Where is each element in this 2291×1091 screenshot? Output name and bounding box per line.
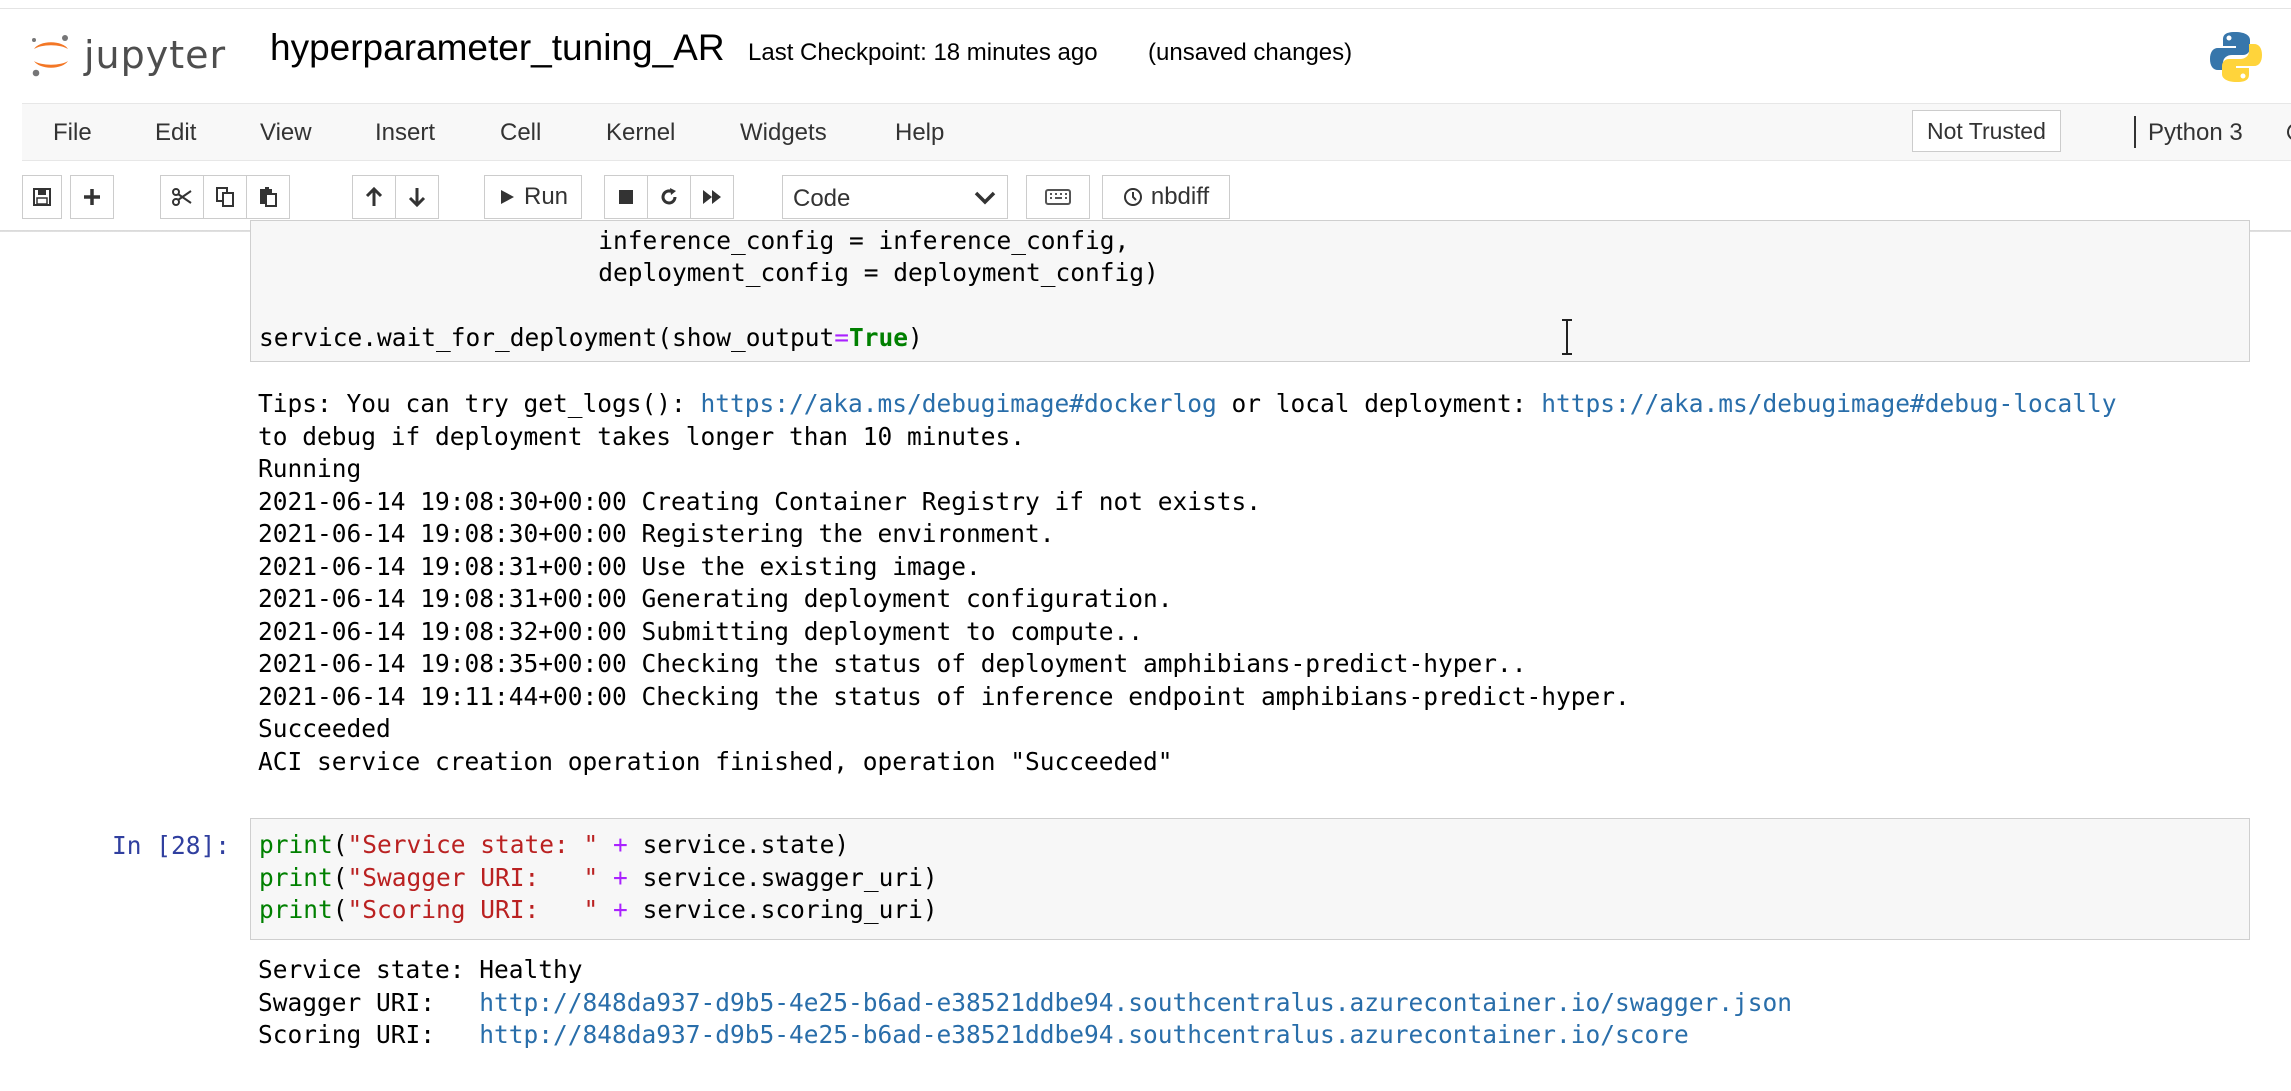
cell-type-value: Code	[793, 185, 851, 212]
output-line-tips: Tips: You can try get_logs(): https://ak…	[258, 389, 2117, 418]
scoring-uri-link[interactable]: http://848da937-d9b5-4e25-b6ad-e38521ddb…	[479, 1020, 1689, 1049]
plus-icon	[84, 189, 100, 205]
output-line: 2021-06-14 19:08:30+00:00 Creating Conta…	[258, 486, 1262, 516]
swagger-uri-link[interactable]: http://848da937-d9b5-4e25-b6ad-e38521ddb…	[479, 988, 1792, 1017]
nbdiff-button[interactable]: nbdiff	[1102, 175, 1230, 219]
output-line: 2021-06-14 19:08:35+00:00 Checking the s…	[258, 649, 1527, 678]
code-line: service.wait_for_deployment(show_output=…	[259, 323, 923, 352]
stop-icon	[619, 190, 633, 204]
dockerlog-link[interactable]: https://aka.ms/debugimage#dockerlog	[701, 389, 1217, 418]
cell-1-code-editor[interactable]: inference_config = inference_config, dep…	[250, 220, 2250, 362]
notebook-container: inference_config = inference_config, dep…	[0, 220, 2291, 1091]
arrow-up-icon	[365, 186, 383, 206]
menubar: File Edit View Insert Cell Kernel Widget…	[22, 103, 2291, 161]
cell-2-code-editor[interactable]: print("Service state: " + service.state)…	[250, 818, 2250, 940]
move-cell-down-button[interactable]	[395, 175, 439, 219]
cell-type-select[interactable]: Code	[782, 175, 1008, 219]
insert-cell-below-button[interactable]	[70, 175, 114, 219]
debug-locally-link[interactable]: https://aka.ms/debugimage#debug-locally	[1541, 389, 2116, 418]
autosave-status: (unsaved changes)	[1148, 39, 1353, 66]
output-line: Succeeded	[258, 714, 391, 743]
notebook-header: jupyter hyperparameter_tuning_AR Last Ch…	[0, 9, 2291, 99]
jupyter-logo-text: jupyter	[84, 33, 227, 77]
code-line: print("Swagger URI: " + service.swagger_…	[259, 862, 938, 892]
restart-kernel-button[interactable]	[647, 175, 691, 219]
menu-cell[interactable]: Cell	[500, 119, 541, 147]
menu-insert[interactable]: Insert	[375, 119, 435, 147]
menu-help[interactable]: Help	[895, 119, 944, 147]
nbdiff-label: nbdiff	[1150, 183, 1210, 210]
output-line: 2021-06-14 19:08:31+00:00 Use the existi…	[258, 551, 981, 581]
toolbar: Run Code nbdiff	[22, 170, 2291, 226]
output-line: 2021-06-14 19:08:30+00:00 Registering th…	[258, 519, 1055, 548]
menu-edit[interactable]: Edit	[155, 119, 196, 147]
notebook-title[interactable]: hyperparameter_tuning_AR	[270, 27, 725, 69]
output-service-state: Service state: Healthy	[258, 955, 583, 984]
code-line: inference_config = inference_config,	[259, 226, 1130, 255]
cut-button[interactable]	[160, 175, 204, 219]
output-line: to debug if deployment takes longer than…	[258, 421, 1026, 451]
command-palette-button[interactable]	[1026, 175, 1090, 219]
paste-icon	[260, 187, 277, 207]
code-line: print("Scoring URI: " + service.scoring_…	[259, 895, 938, 924]
kernel-separator	[2134, 116, 2136, 148]
output-line: 2021-06-14 19:08:32+00:00 Submitting dep…	[258, 616, 1144, 646]
not-trusted-button[interactable]: Not Trusted	[1912, 110, 2061, 152]
restart-icon	[661, 188, 677, 205]
scissors-icon	[172, 188, 192, 206]
code-line: print("Service state: " + service.state)	[259, 830, 850, 859]
output-line: ACI service creation operation finished,…	[258, 746, 1173, 776]
code-line: deployment_config = deployment_config)	[259, 258, 1159, 287]
checkpoint-status: Last Checkpoint: 18 minutes ago	[748, 39, 1098, 66]
history-icon	[1123, 188, 1142, 206]
jupyter-logo-icon	[32, 35, 68, 77]
kernel-idle-indicator-icon	[2287, 123, 2291, 141]
move-cell-up-button[interactable]	[352, 175, 396, 219]
run-label: Run	[523, 183, 569, 210]
menu-kernel[interactable]: Kernel	[606, 119, 675, 147]
copy-button[interactable]	[203, 175, 247, 219]
jupyter-logo[interactable]: jupyter	[28, 25, 226, 85]
menu-file[interactable]: File	[53, 119, 92, 147]
window-top-border	[0, 0, 2291, 9]
copy-icon	[216, 187, 234, 207]
menu-view[interactable]: View	[260, 119, 312, 147]
output-line: 2021-06-14 19:11:44+00:00 Checking the s…	[258, 681, 1630, 711]
save-button[interactable]	[22, 175, 62, 219]
output-line: Running	[258, 454, 362, 483]
menu-widgets[interactable]: Widgets	[740, 119, 827, 147]
text-cursor-icon	[1562, 319, 1572, 355]
run-button[interactable]: Run	[484, 175, 582, 219]
arrow-down-icon	[408, 188, 426, 208]
output-swagger-line: Swagger URI: http://848da937-d9b5-4e25-b…	[258, 987, 1793, 1017]
interrupt-kernel-button[interactable]	[604, 175, 648, 219]
fast-forward-icon	[703, 190, 721, 204]
chevron-down-icon	[974, 191, 996, 205]
output-line: 2021-06-14 19:08:31+00:00 Generating dep…	[258, 584, 1173, 613]
play-icon	[500, 190, 514, 204]
keyboard-icon	[1045, 189, 1071, 205]
python-logo-icon	[2210, 32, 2262, 82]
paste-button[interactable]	[246, 175, 290, 219]
cell-2-input-prompt: In [28]:	[112, 831, 231, 860]
restart-run-all-button[interactable]	[690, 175, 734, 219]
save-icon	[33, 188, 51, 206]
output-scoring-line: Scoring URI: http://848da937-d9b5-4e25-b…	[258, 1020, 1689, 1049]
kernel-name[interactable]: Python 3	[2148, 119, 2243, 147]
